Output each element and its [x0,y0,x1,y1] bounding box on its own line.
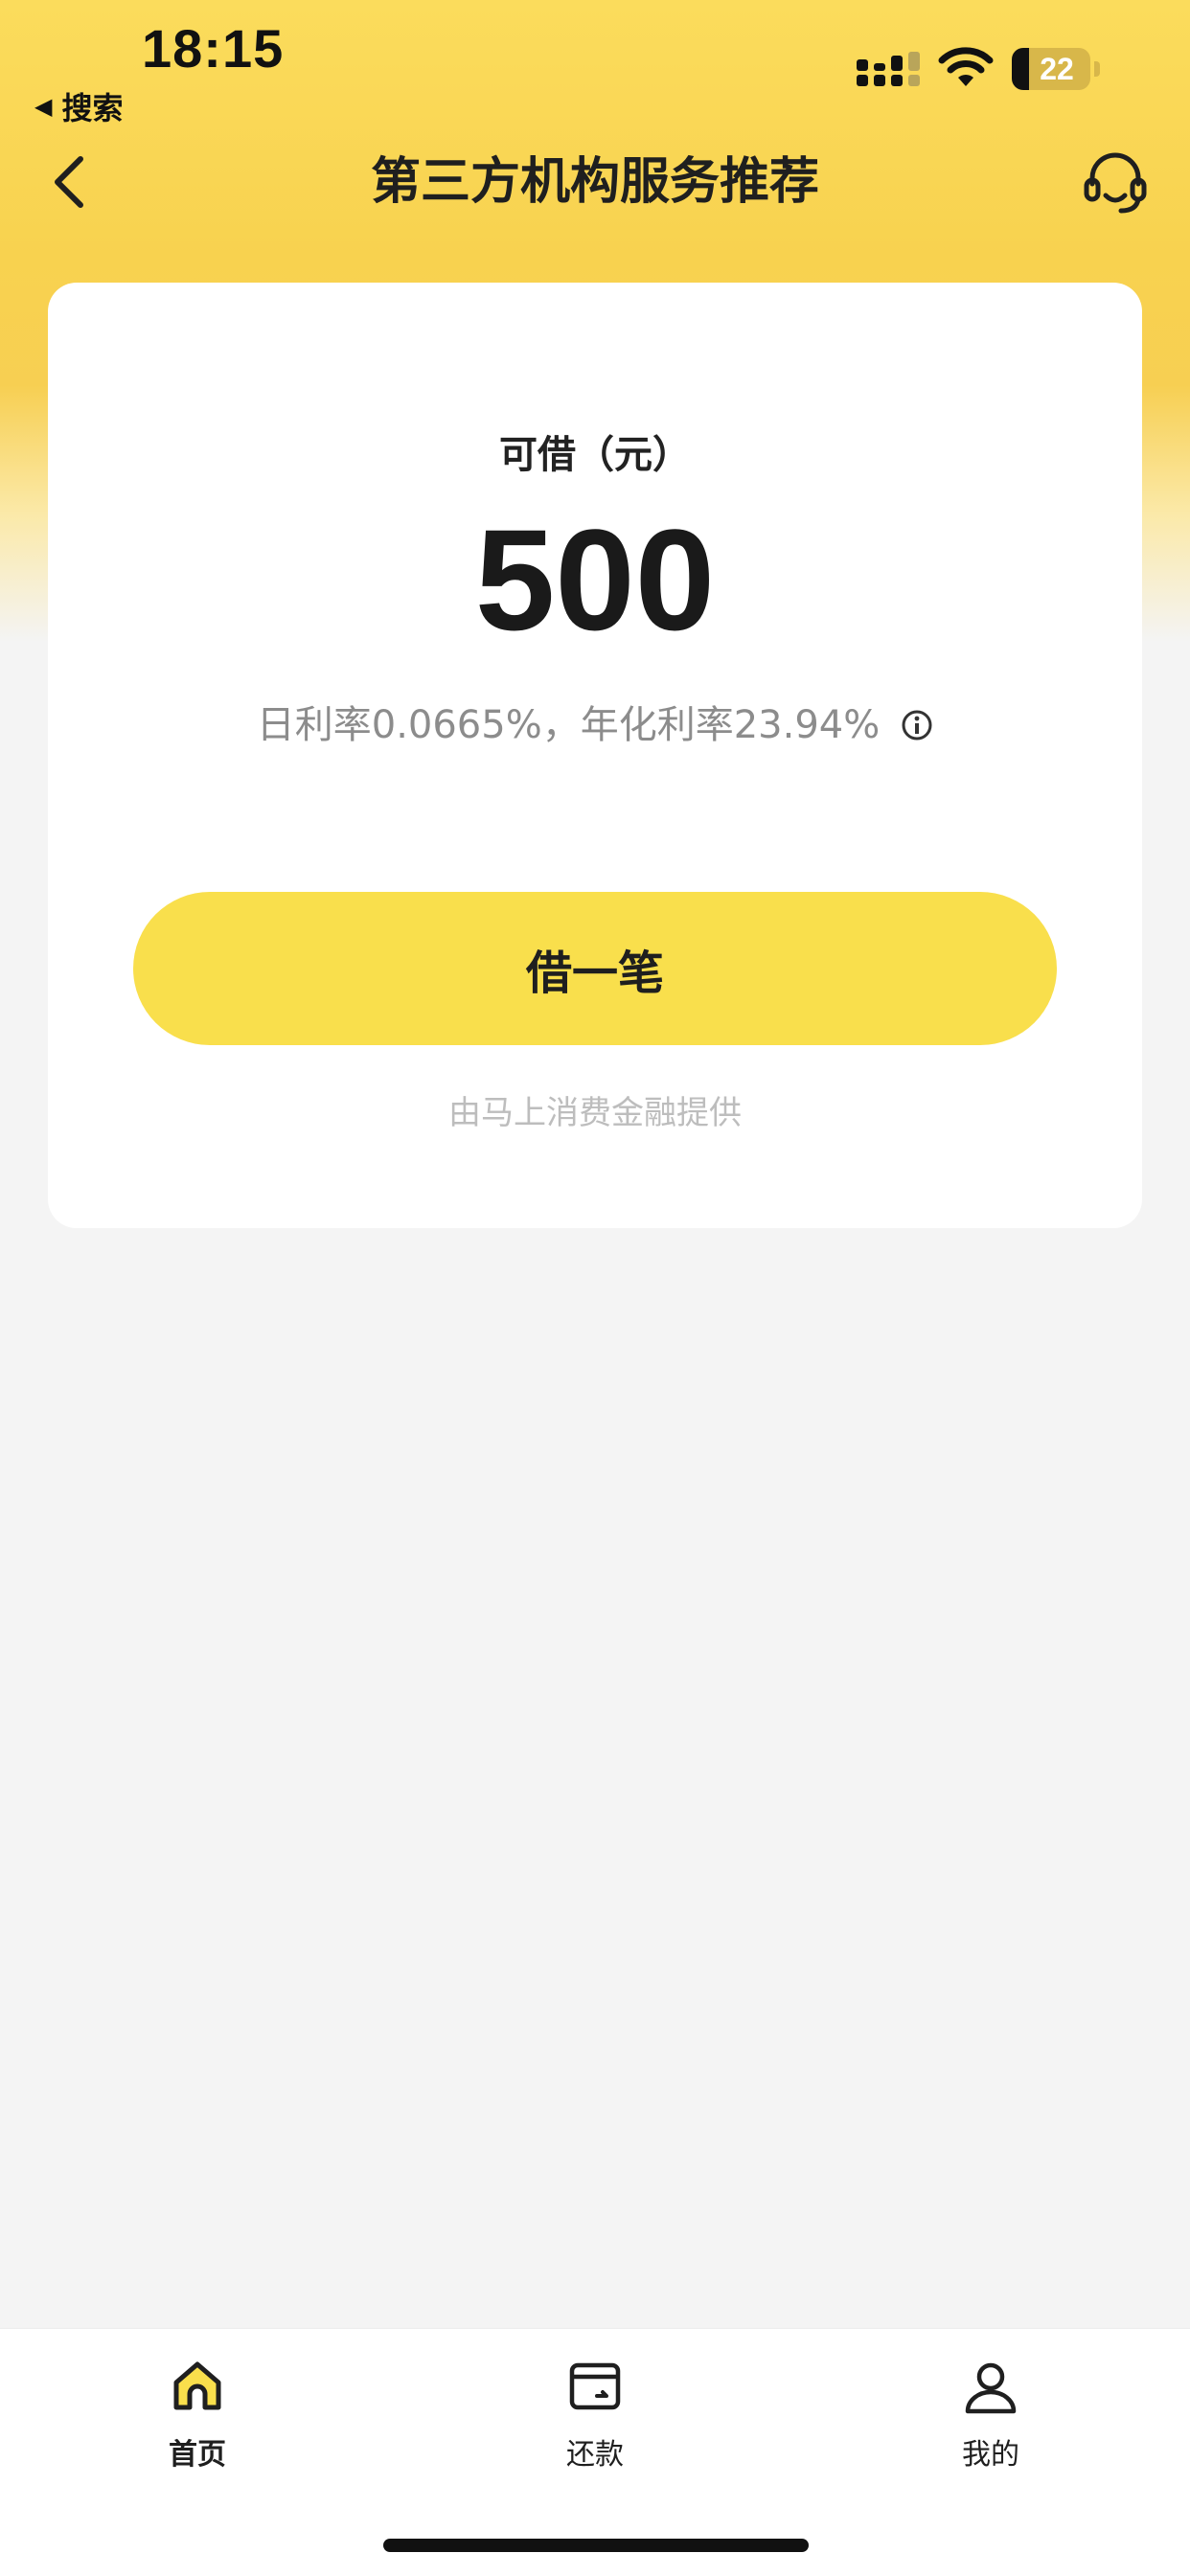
back-triangle-icon: ◀ [34,93,53,120]
interest-rate-text: 日利率0.0665%，年化利率23.94% [256,703,881,747]
user-icon [965,2362,1017,2414]
available-loan-label: 可借（元） [499,433,691,477]
tab-home-label: 首页 [169,2438,226,2472]
wifi-icon [938,47,994,86]
info-icon[interactable] [901,709,933,741]
home-icon [173,2361,221,2410]
tab-repay[interactable]: 还款 [509,2356,681,2499]
wallet-icon [569,2362,621,2410]
available-loan-amount: 500 [474,499,716,660]
cellular-signal-icon [857,52,920,86]
tab-mine-label: 我的 [962,2438,1019,2472]
headset-icon [1084,152,1147,214]
tab-mine[interactable]: 我的 [904,2356,1077,2499]
status-time: 18:15 [142,18,285,79]
tab-home[interactable]: 首页 [111,2356,284,2499]
home-indicator[interactable] [383,2539,809,2552]
status-back-label: 搜索 [61,90,124,126]
status-back-to-app[interactable]: ◀ 搜索 [34,84,123,128]
customer-service-button[interactable] [1077,144,1154,220]
battery-icon: 22 [1012,48,1100,90]
interest-rate-row: 日利率0.0665%，年化利率23.94% [48,696,1142,754]
page-title: 第三方机构服务推荐 [370,153,819,211]
loan-card: 可借（元） 500 日利率0.0665%，年化利率23.94% 借一笔 由马上消… [48,283,1142,1228]
tab-repay-label: 还款 [566,2438,624,2472]
battery-percent: 22 [1040,52,1074,86]
provider-note: 由马上消费金融提供 [448,1094,742,1132]
borrow-button[interactable]: 借一笔 [133,892,1057,1045]
